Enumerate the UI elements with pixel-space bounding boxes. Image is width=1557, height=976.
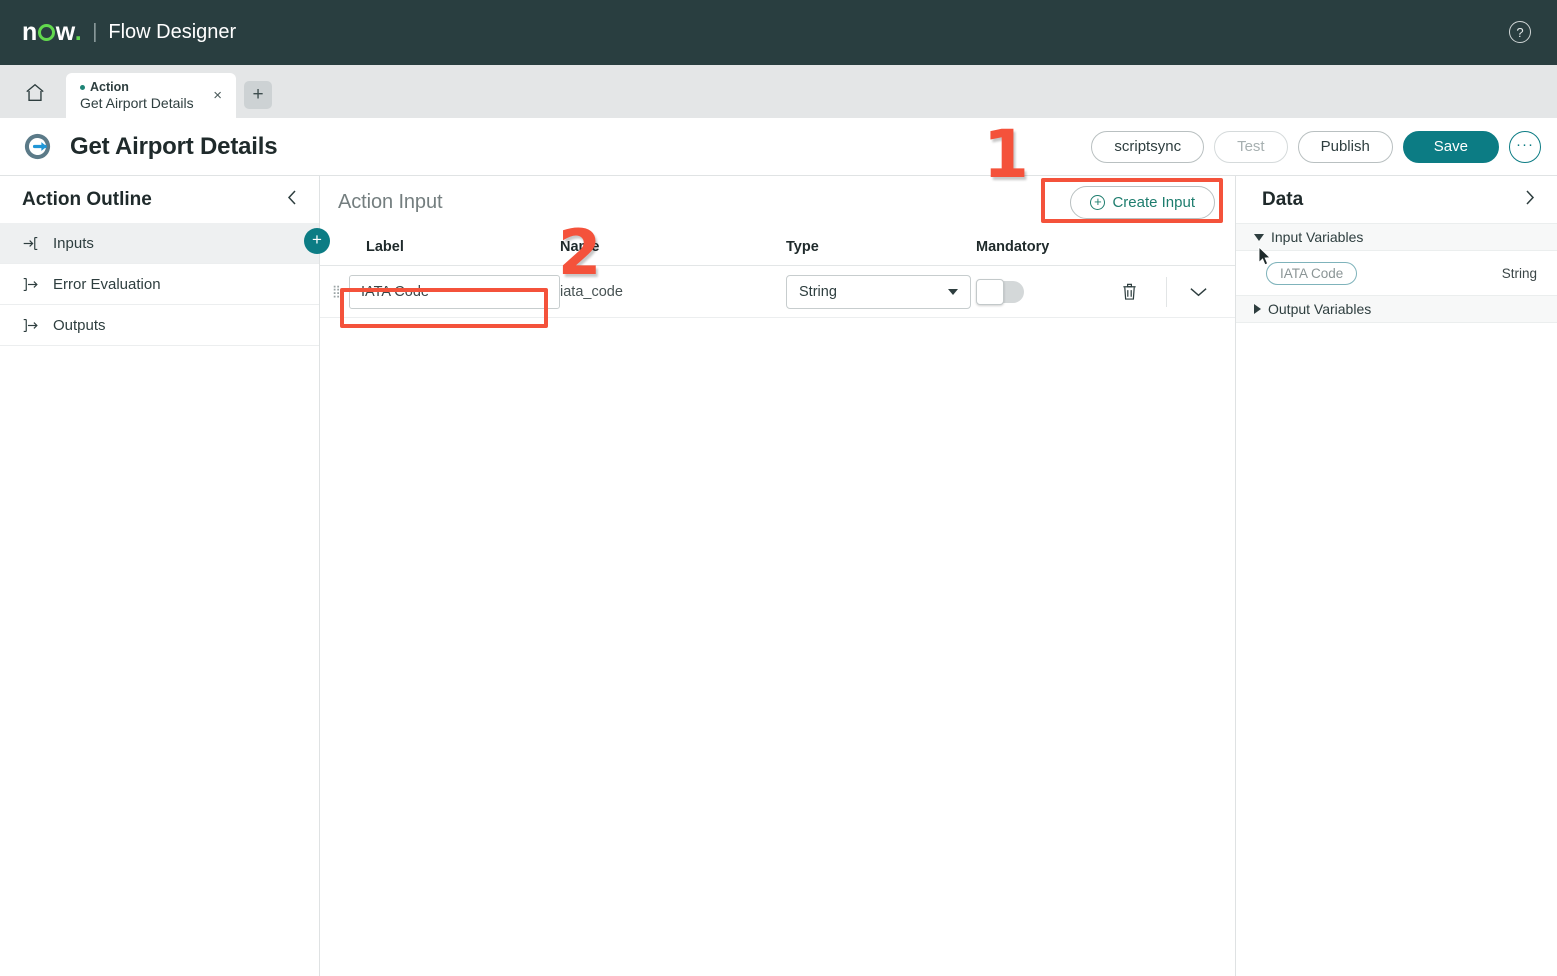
input-variables-group[interactable]: Input Variables <box>1236 223 1557 251</box>
input-table-header: Label Name Type Mandatory <box>320 228 1235 266</box>
publish-button[interactable]: Publish <box>1297 130 1393 163</box>
data-panel-title: Data <box>1262 188 1304 210</box>
column-header-name: Name <box>560 238 600 255</box>
test-button[interactable]: Test <box>1214 130 1288 163</box>
scriptsync-button[interactable]: scriptsync <box>1091 130 1205 163</box>
sidebar-item-outputs[interactable]: Outputs <box>0 305 319 346</box>
tab-strip: Action Get Airport Details × + <box>0 65 1557 118</box>
sidebar-item-error-evaluation[interactable]: Error Evaluation <box>0 264 319 305</box>
create-input-label: Create Input <box>1112 193 1195 211</box>
tab-title: Get Airport Details <box>80 94 194 111</box>
arrow-into-bracket-icon <box>22 235 40 252</box>
action-arrow-icon <box>22 131 53 162</box>
sidebar-item-label: Error Evaluation <box>53 275 161 293</box>
create-input-button[interactable]: + Create Input <box>1070 185 1215 219</box>
output-variables-group[interactable]: Output Variables <box>1236 295 1557 323</box>
now-logo: nw. <box>22 18 82 46</box>
save-button[interactable]: Save <box>1402 130 1499 163</box>
triangle-right-icon <box>1254 304 1261 314</box>
bracket-arrow-out-icon <box>22 317 40 334</box>
name-cell: iata_code <box>560 283 623 300</box>
type-dropdown-value: String <box>799 283 837 300</box>
section-heading: Action Input <box>338 190 443 213</box>
bracket-arrow-out-icon <box>22 276 40 293</box>
sidebar-item-inputs[interactable]: Inputs <box>0 223 319 264</box>
page-title: Get Airport Details <box>70 132 278 160</box>
more-options-icon[interactable]: ··· <box>1509 130 1541 163</box>
output-variables-label: Output Variables <box>1268 301 1372 317</box>
action-outline-sidebar: Action Outline Inputs Error Evaluation O… <box>0 176 330 976</box>
action-input-header: Action Input + Create Input <box>320 176 1235 228</box>
add-input-badge-icon[interactable]: + <box>304 228 330 254</box>
action-divider <box>1166 276 1167 307</box>
toggle-knob <box>976 278 1004 305</box>
data-variable-row[interactable]: IATA Code String <box>1236 251 1557 295</box>
circle-plus-icon: + <box>1090 194 1106 210</box>
mandatory-cell <box>976 278 1121 305</box>
product-name: Flow Designer <box>108 21 237 43</box>
chevron-left-icon[interactable] <box>285 189 299 211</box>
chevron-down-icon[interactable] <box>1189 286 1208 298</box>
chevron-right-icon[interactable] <box>1523 189 1537 211</box>
sidebar-title: Action Outline <box>22 188 152 210</box>
triangle-down-icon <box>1254 233 1264 241</box>
sidebar-header: Action Outline <box>0 176 319 223</box>
sidebar-item-label: Outputs <box>53 316 106 334</box>
table-row: ⣿ iata_code String <box>320 266 1235 318</box>
tab-kicker-label: Action <box>90 80 129 95</box>
label-input-field[interactable] <box>349 274 560 309</box>
column-header-label: Label <box>366 238 404 255</box>
variable-pill: IATA Code <box>1266 261 1358 285</box>
brand-separator: | <box>92 21 98 43</box>
brand-bar: nw. | Flow Designer ? <box>0 0 1557 65</box>
variable-type: String <box>1501 265 1537 281</box>
input-variables-label: Input Variables <box>1271 229 1364 245</box>
type-cell: String <box>786 274 976 309</box>
column-header-mandatory: Mandatory <box>976 238 1050 255</box>
help-icon[interactable]: ? <box>1509 21 1531 43</box>
flow-designer-app: nw. | Flow Designer ? Action Get Airport… <box>0 0 1557 976</box>
home-icon[interactable] <box>16 71 54 115</box>
column-header-type: Type <box>786 238 819 255</box>
tab-kicker: Action <box>80 80 207 94</box>
data-panel: Data Input Variables IATA Code String Ou… <box>1235 176 1557 976</box>
trash-icon[interactable] <box>1121 282 1138 301</box>
label-cell: ⣿ <box>332 274 560 309</box>
body: Action Outline Inputs Error Evaluation O… <box>0 175 1557 976</box>
plus-icon[interactable]: + <box>244 81 272 109</box>
close-icon[interactable]: × <box>207 86 228 105</box>
action-input-main: Action Input + Create Input Label Name T… <box>320 176 1235 976</box>
logo-o-ring <box>37 24 55 41</box>
tab-get-airport-details[interactable]: Action Get Airport Details × <box>66 73 236 118</box>
chevron-down-icon <box>948 288 958 295</box>
mandatory-toggle[interactable] <box>976 278 1024 305</box>
type-dropdown[interactable]: String <box>786 274 971 309</box>
data-panel-header: Data <box>1236 176 1557 223</box>
sidebar-item-label: Inputs <box>53 234 94 252</box>
title-row: Get Airport Details scriptsync Test Publ… <box>0 118 1557 175</box>
row-actions <box>1121 276 1235 307</box>
modified-dot-icon <box>80 84 85 90</box>
title-actions: scriptsync Test Publish Save ··· <box>1091 130 1541 163</box>
drag-handle-icon[interactable]: ⣿ <box>332 285 343 297</box>
